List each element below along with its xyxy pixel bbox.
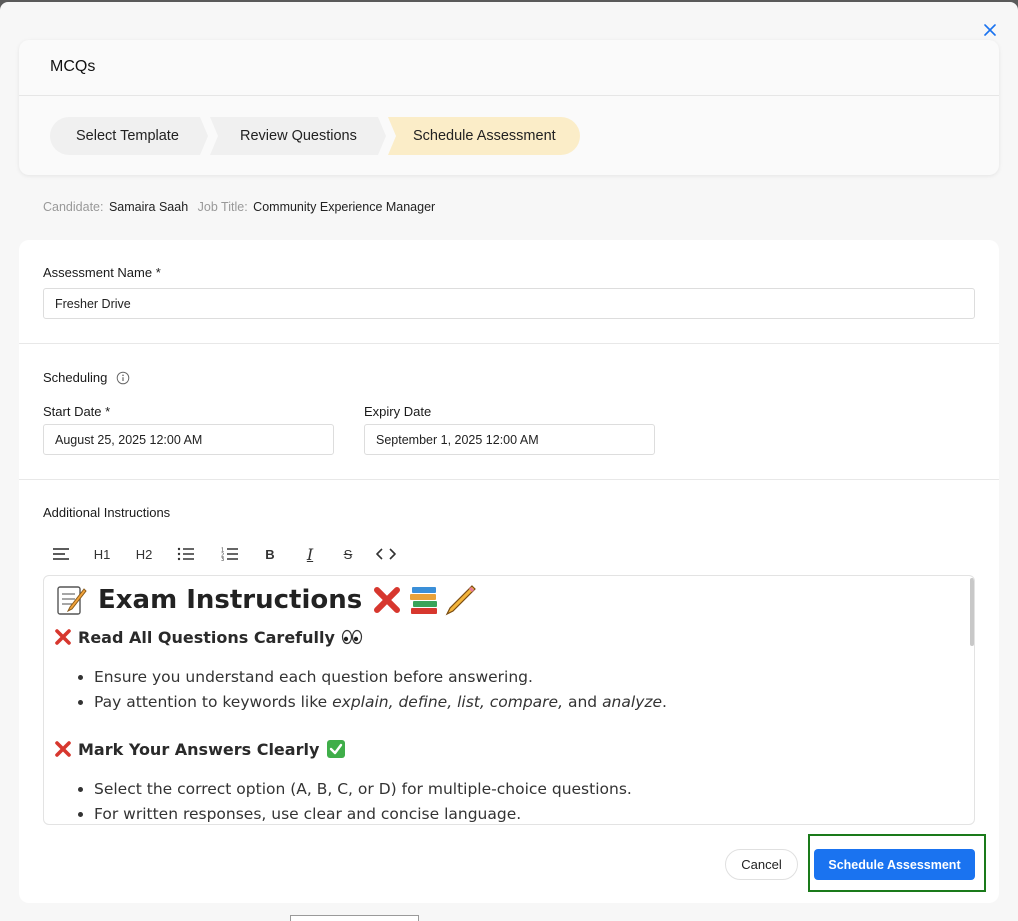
strikethrough-button[interactable]: S	[335, 542, 361, 566]
section-title: Read All Questions Carefully	[78, 627, 335, 647]
list-item: Ensure you understand each question befo…	[94, 665, 667, 690]
section-1-list: Ensure you understand each question befo…	[94, 665, 667, 715]
check-mark-icon	[327, 740, 346, 758]
bold-button[interactable]: B	[257, 542, 283, 566]
assessment-form: Assessment Name * Fresher Drive Scheduli…	[19, 240, 999, 903]
list-item: Pay attention to keywords like explain, …	[94, 690, 667, 715]
editor-heading: Exam Instructions	[54, 582, 478, 618]
candidate-value: Samaira Saah	[108, 200, 189, 214]
start-date-label: Start Date *	[43, 404, 111, 419]
step-label: Review Questions	[240, 128, 357, 144]
cross-mark-icon	[55, 629, 71, 645]
instructions-label: Additional Instructions	[43, 505, 171, 520]
stepper: Select Template Review Questions Schedul…	[50, 117, 580, 155]
start-date-input[interactable]: August 25, 2025 12:00 AM	[43, 424, 334, 455]
eyes-icon	[341, 629, 363, 645]
h1-button[interactable]: H1	[87, 542, 117, 566]
ordered-list-icon: 1 2 3	[221, 548, 238, 561]
bullet-list-icon	[177, 547, 194, 561]
section-divider	[19, 479, 999, 480]
editor-scrollbar[interactable]	[970, 578, 974, 646]
section-title: Mark Your Answers Clearly	[78, 739, 320, 759]
schedule-assessment-modal: MCQs Select Template Review Questions Sc…	[0, 2, 1018, 921]
job-title-value: Community Experience Manager	[253, 200, 436, 214]
schedule-assessment-button[interactable]: Schedule Assessment	[814, 849, 975, 880]
expiry-date-label: Expiry Date	[364, 404, 432, 419]
ordered-list-button[interactable]: 1 2 3	[215, 542, 245, 566]
step-label: Select Template	[76, 128, 179, 144]
align-left-icon	[53, 548, 69, 560]
step-select-template[interactable]: Select Template	[50, 117, 208, 155]
section-divider	[19, 343, 999, 344]
assessment-name-label: Assessment Name *	[43, 265, 161, 280]
candidate-info: Candidate: Samaira Saah Job Title: Commu…	[43, 200, 441, 214]
step-schedule-assessment[interactable]: Schedule Assessment	[388, 117, 580, 155]
bullet-list-button[interactable]	[171, 542, 201, 566]
section-2-list: Select the correct option (A, B, C, or D…	[94, 777, 632, 824]
header-divider	[19, 95, 999, 96]
list-item: Select the correct option (A, B, C, or D…	[94, 777, 632, 802]
close-icon	[984, 24, 996, 36]
h2-button[interactable]: H2	[129, 542, 159, 566]
modal-header: MCQs Select Template Review Questions Sc…	[19, 40, 999, 175]
modal-title: MCQs	[50, 58, 96, 75]
section-heading-2: Mark Your Answers Clearly	[54, 737, 346, 761]
memo-icon	[57, 586, 87, 615]
instructions-editor[interactable]: Exam Instructions Read All Questions Car…	[43, 575, 975, 825]
candidate-label: Candidate:	[43, 200, 104, 214]
expiry-date-input[interactable]: September 1, 2025 12:00 AM	[364, 424, 655, 455]
heading-text: Exam Instructions	[98, 585, 363, 615]
list-item: For written responses, use clear and con…	[94, 802, 632, 824]
cross-mark-icon	[374, 587, 401, 613]
code-button[interactable]	[373, 542, 399, 566]
cancel-button[interactable]: Cancel	[725, 849, 798, 880]
step-review-questions[interactable]: Review Questions	[210, 117, 386, 155]
cross-mark-icon	[55, 741, 71, 757]
job-title-label: Job Title:	[197, 200, 248, 214]
code-icon	[376, 548, 396, 560]
pencil-icon	[445, 585, 477, 616]
paragraph-button[interactable]	[43, 542, 79, 566]
scheduling-label: Scheduling	[43, 370, 108, 385]
close-button[interactable]	[980, 20, 1000, 40]
step-label: Schedule Assessment	[413, 128, 556, 144]
section-heading-1: Read All Questions Carefully	[54, 625, 363, 649]
info-icon[interactable]	[116, 371, 130, 385]
books-icon	[410, 587, 438, 614]
background-element	[290, 915, 419, 921]
italic-button[interactable]: I	[297, 542, 323, 566]
svg-text:3: 3	[221, 557, 224, 561]
assessment-name-input[interactable]: Fresher Drive	[43, 288, 975, 319]
